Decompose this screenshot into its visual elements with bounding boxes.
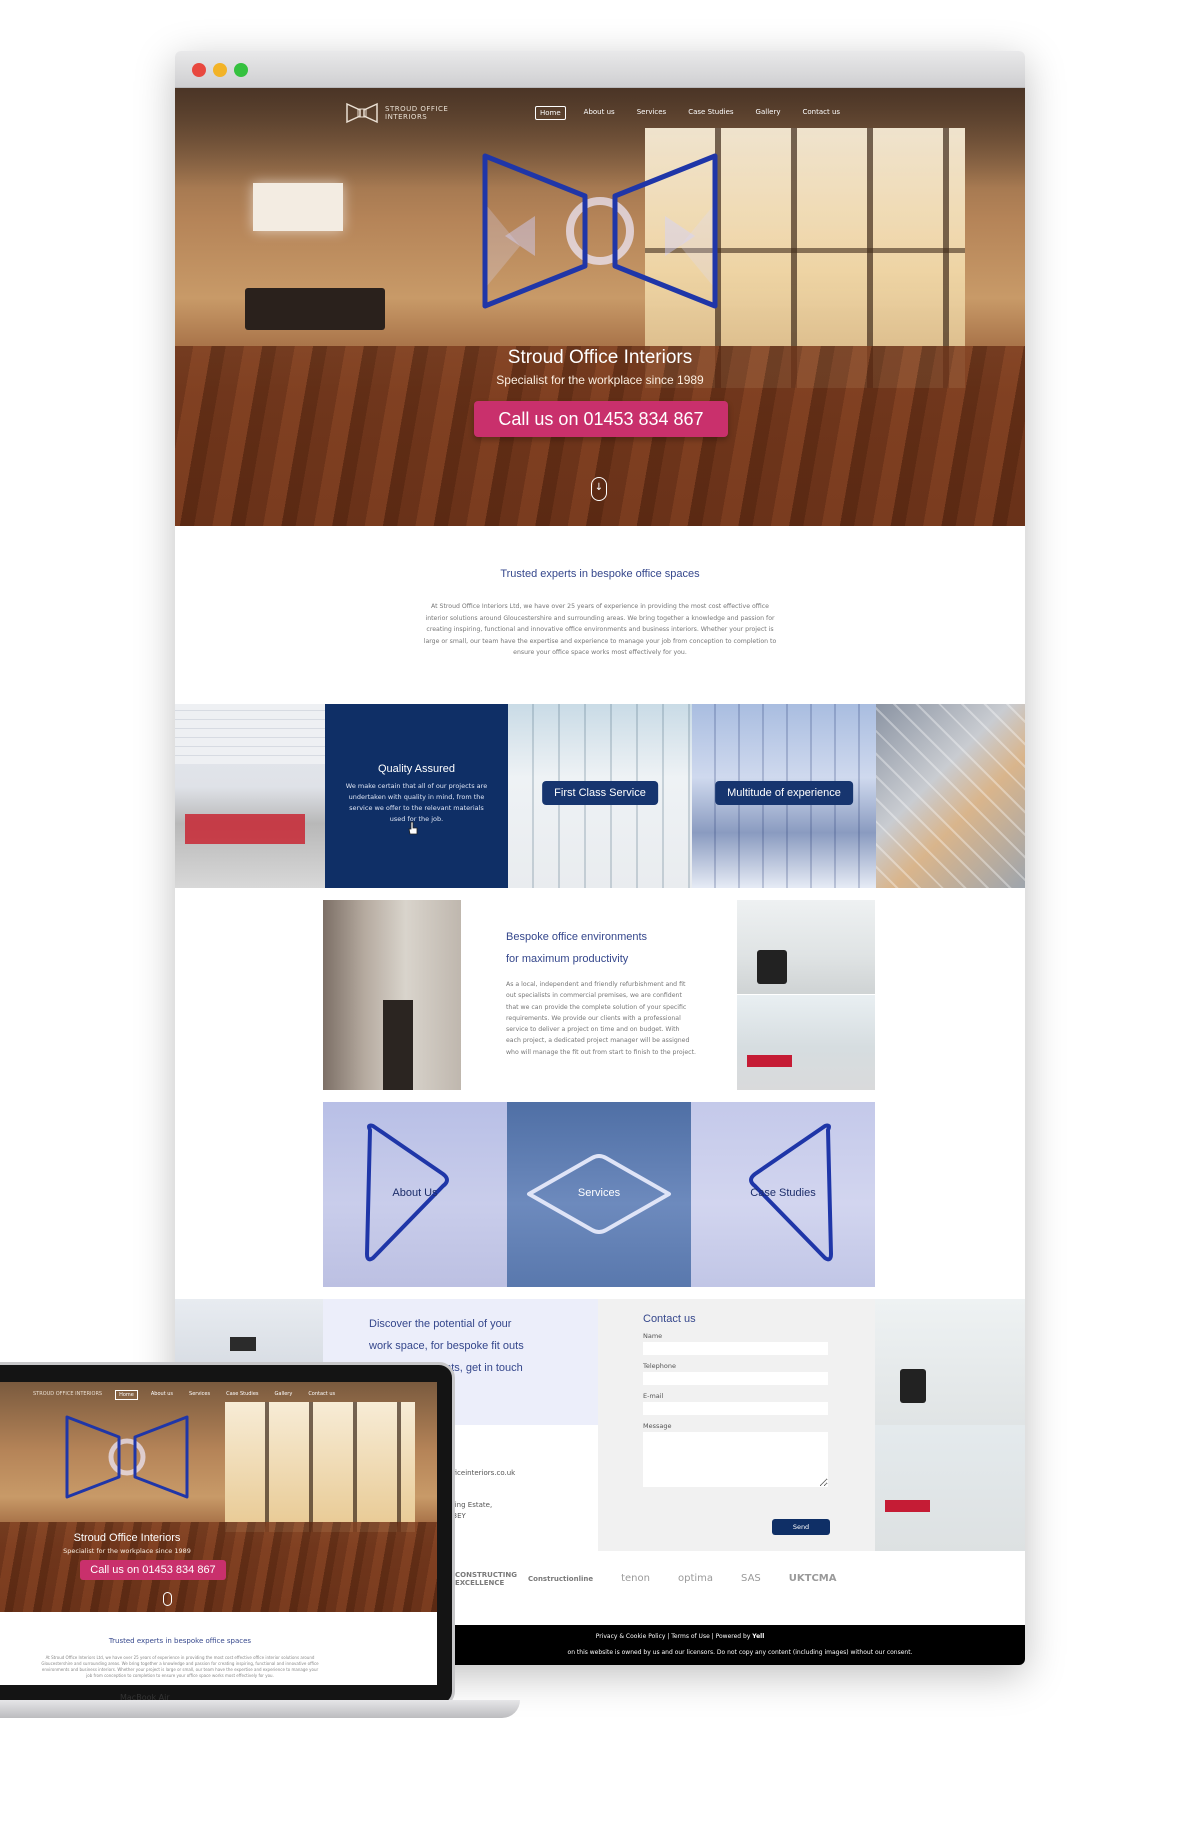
nav-case-studies[interactable]: Case Studies [684,106,737,120]
first-class-service-label: First Class Service [542,781,658,805]
discover-line1: Discover the potential of your [369,1318,512,1330]
nav-menu: Home About us Services Case Studies Gall… [535,106,844,120]
office-photo [175,704,325,888]
bowtie-logo-icon [346,102,378,124]
laptop-nav-contact[interactable]: Contact us [305,1390,338,1400]
case-studies-tile[interactable]: Case Studies [691,1102,875,1287]
call-us-button[interactable]: Call us on 01453 834 867 [474,401,728,437]
hero-wall-art [253,183,343,231]
hero-subtitle: Specialist for the workplace since 1989 [496,373,704,387]
contact-form: Contact us Name Telephone E-mail Message… [598,1299,875,1551]
quality-assured-panel[interactable]: Quality Assured We make certain that all… [325,704,508,888]
footer-links-text[interactable]: Privacy & Cookie Policy | Terms of Use |… [596,1633,751,1640]
constructionline-logo: Constructionline [528,1575,594,1583]
laptop-scroll-icon[interactable] [163,1592,172,1606]
contact-title: Contact us [643,1313,696,1325]
sas-logo: SAS [741,1573,761,1584]
top-nav: STROUD OFFICE INTERIORS Home About us Se… [345,98,1025,128]
laptop-nav-gallery[interactable]: Gallery [272,1390,296,1400]
intro-text: At Stroud Office Interiors Ltd, we have … [423,603,777,656]
laptop-hero-title: Stroud Office Interiors [73,1532,181,1544]
services-tile[interactable]: Services [507,1102,691,1287]
laptop-hero: STROUD OFFICE INTERIORS Home About us Se… [0,1382,437,1612]
bespoke-photo-reception [737,900,875,994]
hand-cursor-icon [408,821,418,835]
contact-photo-right-bottom [875,1425,1025,1551]
maximize-window-button[interactable] [234,63,248,77]
email-link[interactable]: officeinteriors.co.uk [446,1469,515,1477]
laptop-nav-home[interactable]: Home [115,1390,138,1400]
send-button[interactable]: Send [772,1519,830,1535]
staircase-photo [876,704,1025,888]
laptop-nav: STROUD OFFICE INTERIORS Home About us Se… [30,1390,338,1400]
laptop-call-button[interactable]: Call us on 01453 834 867 [80,1560,226,1580]
nav-home[interactable]: Home [535,106,566,120]
case-studies-label: Case Studies [750,1187,816,1199]
laptop-nav-services[interactable]: Services [186,1390,213,1400]
laptop-lid: STROUD OFFICE INTERIORS Home About us Se… [0,1362,455,1707]
accreditation-logos: CONSTRUCTING EXCELLENCE Constructionline… [455,1571,837,1587]
bespoke-title-line1: Bespoke office environments [506,931,648,943]
constructing-excellence-logo: CONSTRUCTING EXCELLENCE [455,1571,517,1587]
laptop-model-label: MacBook Air [120,1693,170,1702]
tenon-logo: tenon [621,1573,650,1584]
optima-logo: optima [677,1573,714,1584]
contact-photo-right-top [875,1299,1025,1425]
quality-title: Quality Assured [377,763,456,775]
experience-tile[interactable]: Multitude of experience [692,704,876,888]
nav-tiles: About Us Services Case Studies [323,1102,875,1287]
browser-toolbar [175,51,1025,88]
laptop-nav-case-studies[interactable]: Case Studies [223,1390,261,1400]
laptop-screen: STROUD OFFICE INTERIORS Home About us Se… [0,1382,437,1685]
first-class-service-tile[interactable]: First Class Service [508,704,692,888]
nav-services[interactable]: Services [633,106,671,120]
nav-gallery[interactable]: Gallery [752,106,785,120]
about-us-tile[interactable]: About Us [323,1102,507,1287]
message-label: Message [643,1422,672,1430]
minimize-window-button[interactable] [213,63,227,77]
experience-label: Multitude of experience [715,781,853,805]
bespoke-title-line2: for maximum productivity [506,953,629,965]
laptop-base [0,1700,520,1718]
message-field[interactable] [643,1432,828,1487]
email-field[interactable] [643,1402,828,1415]
hero-sofa [245,288,385,330]
email-label: E-mail [643,1392,664,1400]
site-logo[interactable]: STROUD OFFICE INTERIORS [345,102,455,124]
services-label: Services [577,1187,621,1199]
close-window-button[interactable] [192,63,206,77]
features-row: Quality Assured We make certain that all… [175,704,1025,888]
laptop-intro-text: At Stroud Office Interiors Ltd, we have … [41,1655,319,1678]
telephone-field[interactable] [643,1372,828,1385]
site-logo-text: STROUD OFFICE INTERIORS [385,105,449,121]
laptop-mockup: STROUD OFFICE INTERIORS Home About us Se… [0,1362,520,1732]
bespoke-title: Bespoke office environments for maximum … [506,926,706,970]
bespoke-photo-left [323,900,461,1090]
laptop-bowtie-logo-icon [65,1415,189,1499]
quality-text: We make certain that all of our projects… [345,782,488,823]
scroll-down-icon[interactable]: ↓ [591,477,607,501]
nav-about[interactable]: About us [580,106,619,120]
laptop-hero-subtitle: Specialist for the workplace since 1989 [63,1547,191,1555]
nav-contact[interactable]: Contact us [798,106,844,120]
name-label: Name [643,1332,663,1340]
bespoke-text: As a local, independent and friendly ref… [506,981,696,1056]
yell-logo[interactable]: Yell [752,1633,764,1640]
laptop-intro-title: Trusted experts in bespoke office spaces [108,1637,252,1645]
intro-title: Trusted experts in bespoke office spaces [500,568,700,580]
laptop-logo: STROUD OFFICE INTERIORS [33,1391,103,1397]
discover-line2: work space, for bespoke fit outs [369,1340,524,1352]
laptop-nav-about[interactable]: About us [148,1390,176,1400]
uktcma-logo: UKTCMA [788,1573,837,1584]
hero-title: Stroud Office Interiors [507,347,693,368]
telephone-label: Telephone [643,1362,677,1370]
hero-section: STROUD OFFICE INTERIORS Home About us Se… [175,88,1025,526]
bespoke-photo-lounge [737,995,875,1090]
name-field[interactable] [643,1342,828,1355]
about-us-label: About Us [392,1187,438,1199]
bowtie-hero-logo-icon [482,153,718,309]
